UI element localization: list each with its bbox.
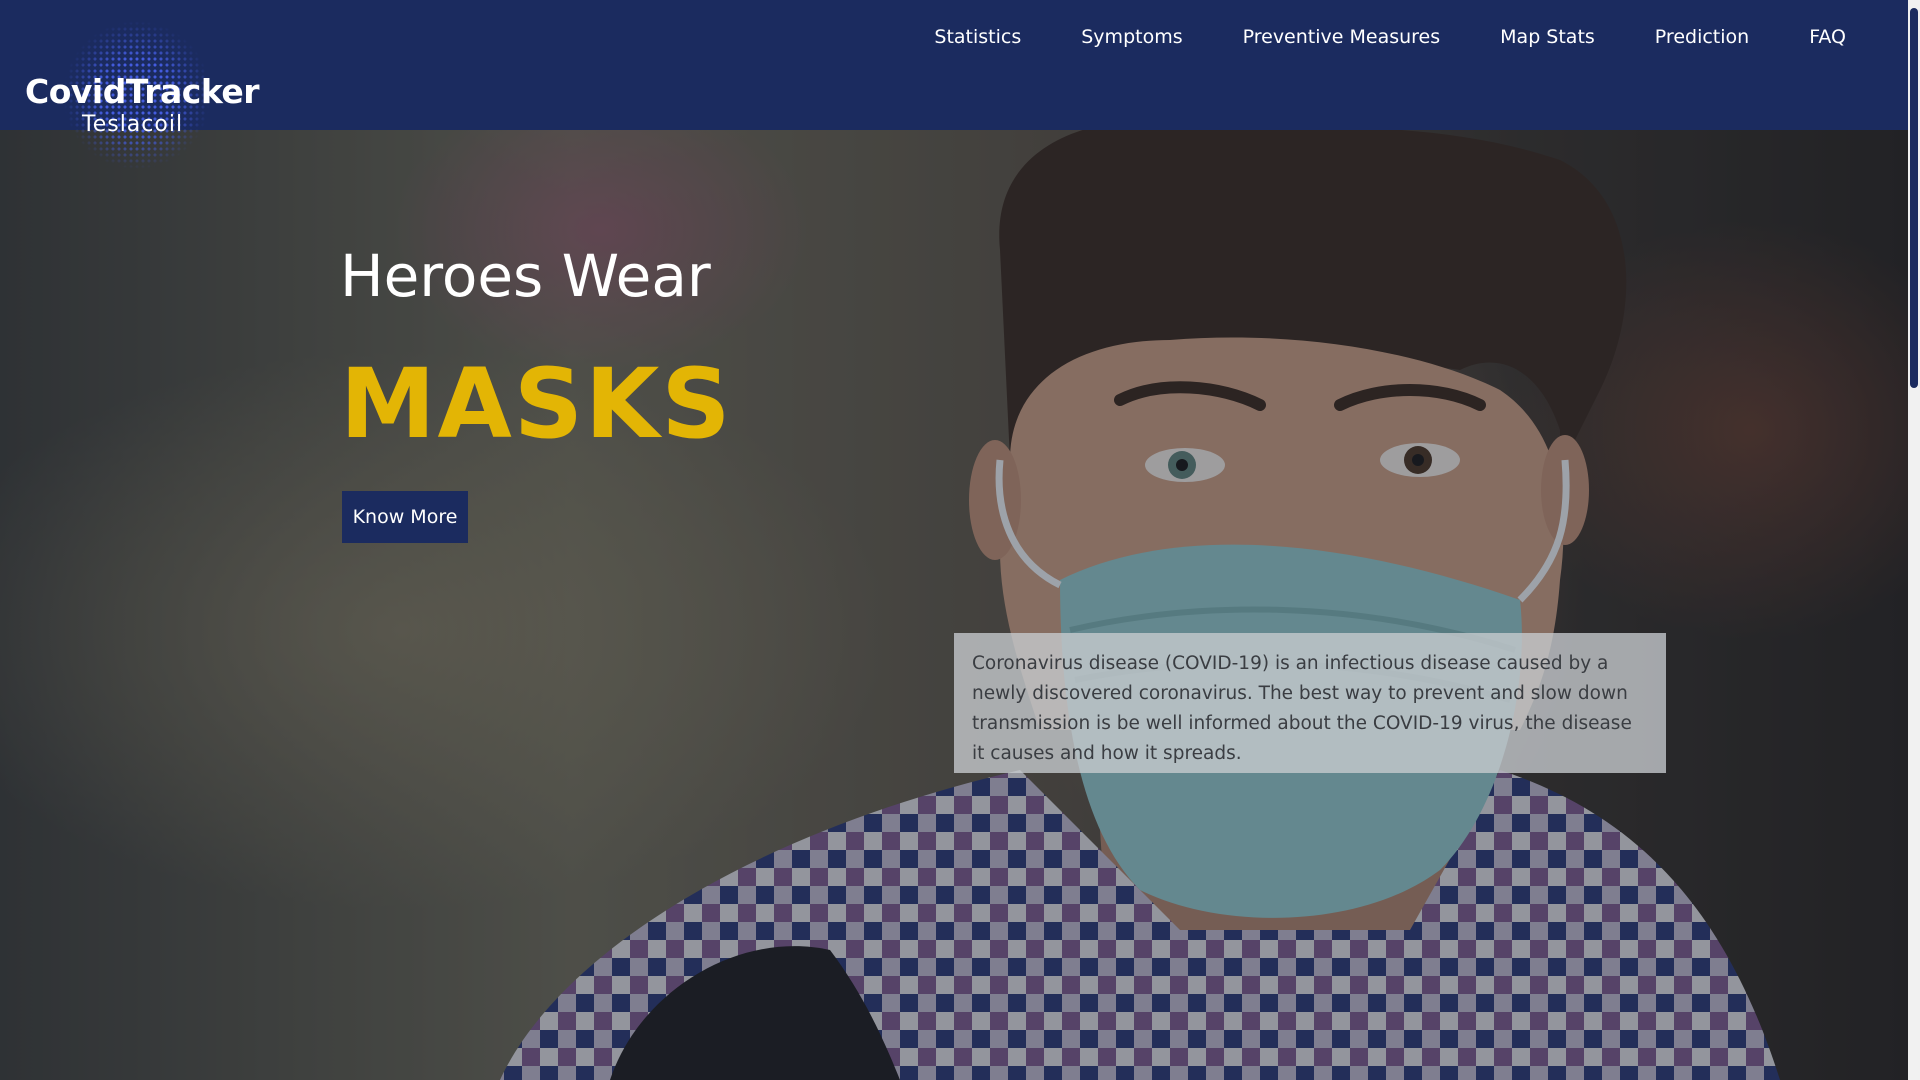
know-more-button[interactable]: Know More bbox=[342, 491, 468, 543]
nav-item-map-stats[interactable]: Map Stats bbox=[1500, 26, 1595, 48]
navbar: CovidTracker Teslacoil Statistics Sympto… bbox=[0, 0, 1908, 170]
page-scrollbar[interactable] bbox=[1908, 0, 1920, 1080]
nav-item-statistics[interactable]: Statistics bbox=[934, 26, 1021, 48]
main-nav: Statistics Symptoms Preventive Measures … bbox=[934, 26, 1846, 48]
hero-highlight: MASKS bbox=[340, 348, 733, 460]
nav-item-prediction[interactable]: Prediction bbox=[1655, 26, 1749, 48]
hero-heading: Heroes Wear bbox=[340, 242, 711, 310]
hero-overlay bbox=[0, 130, 1908, 1080]
hero-section: Heroes Wear MASKS Know More Coronavirus … bbox=[0, 130, 1908, 1080]
info-description: Coronavirus disease (COVID-19) is an inf… bbox=[972, 653, 1632, 764]
nav-item-preventive-measures[interactable]: Preventive Measures bbox=[1243, 26, 1441, 48]
brand-subtitle: Teslacoil bbox=[82, 112, 184, 137]
brand-logo[interactable]: CovidTracker Teslacoil bbox=[20, 20, 260, 170]
scrollbar-thumb[interactable] bbox=[1910, 8, 1918, 388]
info-box: Coronavirus disease (COVID-19) is an inf… bbox=[954, 633, 1666, 773]
nav-item-symptoms[interactable]: Symptoms bbox=[1081, 26, 1182, 48]
nav-item-faq[interactable]: FAQ bbox=[1809, 26, 1846, 48]
brand-title: CovidTracker bbox=[25, 72, 260, 111]
